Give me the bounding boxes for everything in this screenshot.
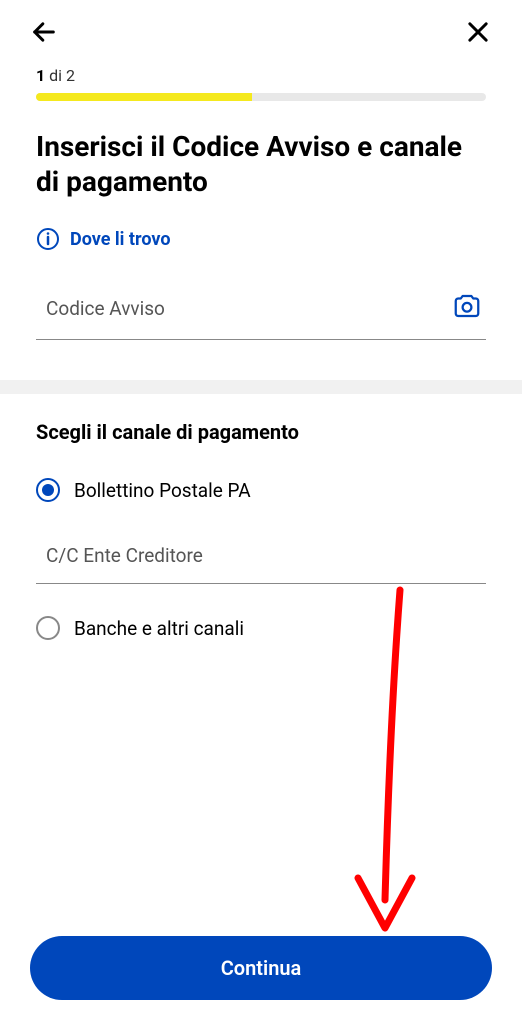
progress-bar bbox=[36, 93, 486, 101]
radio-unselected-icon bbox=[36, 616, 60, 640]
camera-icon bbox=[452, 291, 482, 321]
step-separator: di bbox=[45, 66, 66, 85]
camera-button[interactable] bbox=[448, 287, 486, 329]
step-total: 2 bbox=[66, 66, 75, 85]
codice-avviso-row bbox=[36, 287, 486, 340]
cc-ente-row bbox=[36, 538, 486, 584]
progress-fill bbox=[36, 93, 252, 101]
radio-label: Banche e altri canali bbox=[74, 617, 244, 640]
page-title: Inserisci il Codice Avviso e canale di p… bbox=[0, 101, 522, 219]
section-divider bbox=[0, 380, 522, 394]
close-button[interactable] bbox=[464, 18, 492, 46]
radio-option-banche[interactable]: Banche e altri canali bbox=[0, 600, 522, 656]
info-icon bbox=[36, 227, 60, 251]
back-button[interactable] bbox=[30, 18, 58, 46]
continue-button[interactable]: Continua bbox=[30, 936, 492, 1000]
radio-selected-icon bbox=[36, 478, 60, 502]
arrow-left-icon bbox=[30, 18, 58, 46]
section-title: Scegli il canale di pagamento bbox=[0, 394, 522, 462]
codice-avviso-input[interactable] bbox=[36, 291, 448, 326]
close-icon bbox=[464, 18, 492, 46]
help-link[interactable]: Dove li trovo bbox=[0, 219, 522, 275]
step-indicator: 1 di 2 bbox=[0, 56, 522, 93]
radio-option-bollettino[interactable]: Bollettino Postale PA bbox=[0, 462, 522, 518]
help-link-text: Dove li trovo bbox=[70, 229, 171, 250]
radio-label: Bollettino Postale PA bbox=[74, 479, 251, 502]
step-current: 1 bbox=[36, 66, 45, 85]
cc-ente-input[interactable] bbox=[36, 538, 486, 573]
